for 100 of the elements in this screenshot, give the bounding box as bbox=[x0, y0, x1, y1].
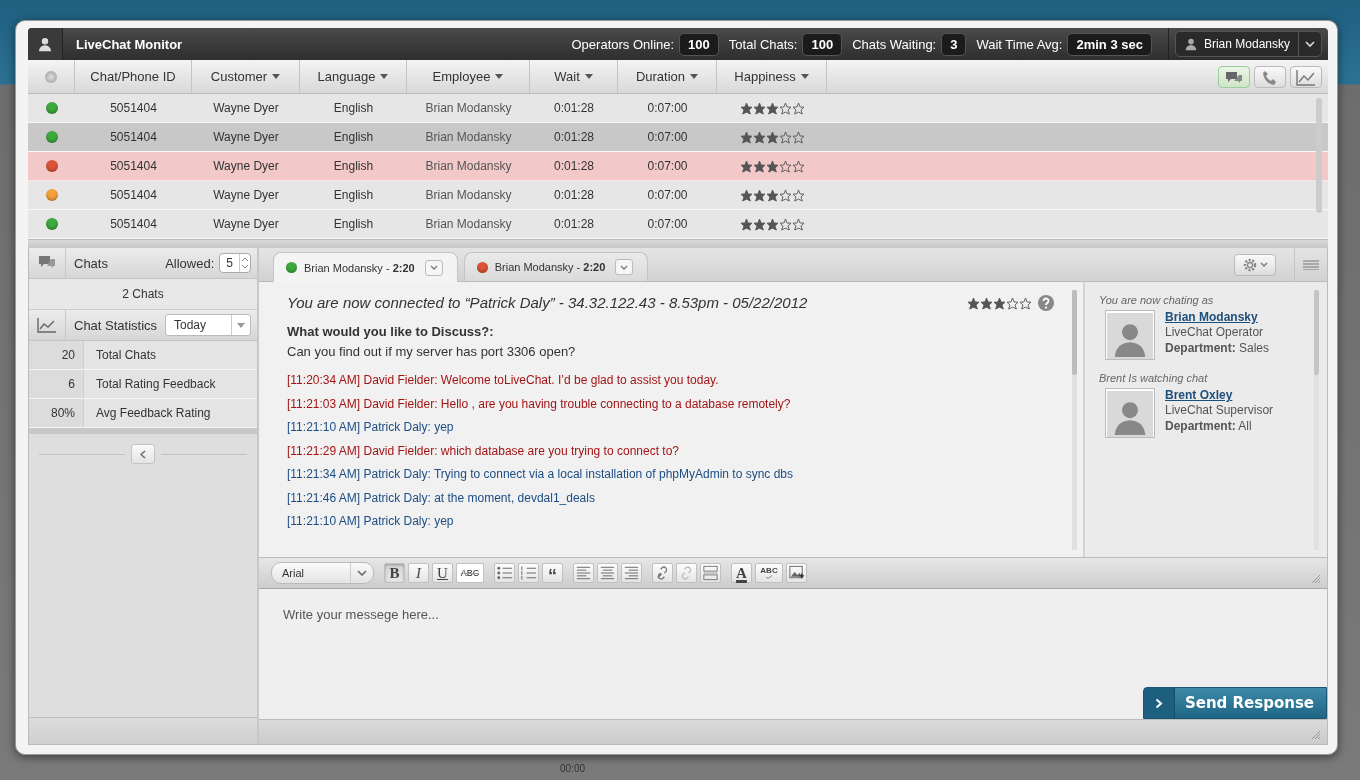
rule-icon bbox=[701, 563, 720, 583]
send-response-button[interactable]: Send Response bbox=[1142, 687, 1327, 719]
align-center-button[interactable] bbox=[597, 563, 618, 583]
section-title: Chats bbox=[74, 255, 109, 271]
chat-tab[interactable]: Brian Modansky - 2:20 bbox=[463, 252, 649, 281]
table-row[interactable]: 5051404 Wayne Dyer English Brian Modansky 0:01:28 0:07:00 bbox=[28, 123, 1328, 152]
stat-value: 80% bbox=[29, 399, 84, 427]
empty-star-icon bbox=[1006, 296, 1019, 310]
table-cell-text: Brian Modansky bbox=[424, 188, 513, 202]
chat-count: 2 Chats bbox=[29, 279, 257, 310]
table-cell-text: Brian Modansky bbox=[424, 130, 513, 144]
quote-button[interactable]: “ bbox=[542, 563, 563, 583]
column-header[interactable]: Employee bbox=[407, 60, 530, 93]
column-header[interactable]: Customer bbox=[192, 60, 300, 93]
table-row[interactable]: 5051404 Wayne Dyer English Brian Modansky 0:01:28 0:07:00 bbox=[28, 181, 1328, 210]
filled-star-icon bbox=[765, 188, 779, 202]
filled-star-icon bbox=[752, 159, 766, 173]
insert-image-button[interactable] bbox=[786, 563, 807, 583]
collapse-button[interactable] bbox=[131, 444, 155, 464]
caret-icon bbox=[495, 74, 504, 79]
stat-label: Total Chats bbox=[95, 348, 158, 362]
spinner-arrows-icon bbox=[240, 255, 250, 271]
allowed-spinner[interactable]: 5 bbox=[219, 253, 251, 273]
check-icon bbox=[765, 575, 773, 579]
underline-button[interactable]: U bbox=[432, 563, 453, 583]
table-row[interactable]: 5051404 Wayne Dyer English Brian Modansky 0:01:28 0:07:00 bbox=[28, 94, 1328, 123]
align-left-button[interactable] bbox=[573, 563, 594, 583]
table-cell-text: 0:01:28 bbox=[552, 188, 595, 202]
resize-grip-icon[interactable] bbox=[1311, 574, 1321, 584]
help-icon[interactable] bbox=[1037, 294, 1055, 312]
table-cell-text: Wayne Dyer bbox=[212, 159, 280, 173]
table-cell-text: 0:01:28 bbox=[552, 159, 595, 173]
scrollbar[interactable] bbox=[1072, 290, 1077, 550]
filled-star-icon bbox=[739, 130, 753, 144]
user-menu[interactable]: Brian Modansky bbox=[1174, 31, 1322, 57]
column-header[interactable]: Wait bbox=[530, 60, 618, 93]
time-label: 00:00 bbox=[560, 763, 586, 774]
bulleted-list-button[interactable] bbox=[494, 563, 515, 583]
table-row[interactable]: 5051404 Wayne Dyer English Brian Modansky 0:01:28 0:07:00 bbox=[28, 210, 1328, 239]
numbered-list-button[interactable] bbox=[518, 563, 539, 583]
bold-button[interactable]: B bbox=[384, 563, 405, 583]
numbers-icon bbox=[519, 563, 538, 583]
chat-message: [11:21:46 AM] Patrick Daly: at the moment, devdal1_deals bbox=[287, 489, 596, 507]
spellcheck-button[interactable]: ABC bbox=[755, 563, 783, 583]
chart-view-button[interactable] bbox=[1290, 65, 1322, 88]
text-color-button[interactable]: A bbox=[731, 563, 752, 583]
period-dropdown[interactable]: Today bbox=[165, 314, 251, 336]
connection-info: You are now connected to “Patrick Daly” - 34.32.122.43 - 8.53pm - 05/22/2012 bbox=[287, 294, 809, 311]
question-text: Can you find out if my server has port 3306 open? bbox=[287, 344, 577, 359]
window-title: LiveChat Monitor bbox=[76, 36, 184, 52]
filled-star-icon bbox=[765, 217, 779, 231]
table-cell-text: English bbox=[332, 101, 375, 115]
table-cell-text: 5051404 bbox=[109, 101, 158, 115]
filled-star-icon bbox=[765, 159, 779, 173]
stat-label: Wait Time Avg: bbox=[976, 36, 1063, 52]
filled-star-icon bbox=[980, 296, 993, 310]
stat-label: Chats Waiting: bbox=[852, 36, 937, 52]
participant-name-link[interactable]: Brian Modansky bbox=[1165, 310, 1270, 324]
resize-grip-icon[interactable] bbox=[1311, 730, 1321, 740]
table-cell-text: 0:01:28 bbox=[552, 101, 595, 115]
align-right-button[interactable] bbox=[621, 563, 642, 583]
caret-icon bbox=[237, 322, 245, 328]
settings-icon bbox=[1242, 256, 1258, 273]
stat-label: Total Rating Feedback bbox=[95, 377, 217, 391]
phone-view-button[interactable] bbox=[1254, 65, 1286, 88]
scrollbar[interactable] bbox=[1316, 98, 1322, 213]
chat-message: [11:21:10 AM] Patrick Daly: yep bbox=[287, 419, 455, 436]
caret-icon bbox=[272, 74, 281, 79]
link-button[interactable] bbox=[652, 563, 673, 583]
column-header[interactable]: Language bbox=[300, 60, 407, 93]
chat-tab[interactable]: Brian Modansky - 2:20 bbox=[273, 252, 458, 282]
person-icon bbox=[1183, 37, 1198, 51]
table-cell-text: 0:01:28 bbox=[552, 130, 595, 144]
horizontal-rule-button[interactable] bbox=[700, 563, 721, 583]
table-cell-text: 5051404 bbox=[109, 188, 158, 202]
italic-button[interactable]: I bbox=[408, 563, 429, 583]
participant-name-link[interactable]: Brent Oxley bbox=[1165, 388, 1274, 402]
empty-star-icon bbox=[791, 188, 805, 202]
column-header[interactable]: Happiness bbox=[717, 60, 827, 93]
caret-icon bbox=[690, 74, 699, 79]
column-header[interactable]: Chat/Phone ID bbox=[75, 60, 192, 93]
filled-star-icon bbox=[993, 296, 1006, 310]
table-row[interactable]: 5051404 Wayne Dyer English Brian Modansky 0:01:28 0:07:00 bbox=[28, 152, 1328, 181]
menu-icon[interactable] bbox=[1303, 259, 1319, 270]
table-cell-text: Wayne Dyer bbox=[212, 188, 280, 202]
filled-star-icon bbox=[765, 101, 779, 115]
chat-view-button[interactable] bbox=[1218, 65, 1250, 88]
empty-star-icon bbox=[791, 159, 805, 173]
settings-button[interactable] bbox=[1234, 253, 1276, 276]
split-handle[interactable] bbox=[28, 239, 1328, 248]
unlink-button[interactable] bbox=[676, 563, 697, 583]
empty-star-icon bbox=[791, 130, 805, 144]
participant-department: Department: All bbox=[1165, 418, 1253, 434]
column-header[interactable]: Duration bbox=[618, 60, 717, 93]
font-dropdown[interactable]: Arial bbox=[271, 562, 374, 584]
empty-star-icon bbox=[791, 217, 805, 231]
scrollbar[interactable] bbox=[1314, 290, 1319, 550]
stat-value: 6 bbox=[29, 370, 84, 398]
status-header-icon bbox=[45, 70, 57, 83]
table-cell-text: Brian Modansky bbox=[424, 159, 513, 173]
